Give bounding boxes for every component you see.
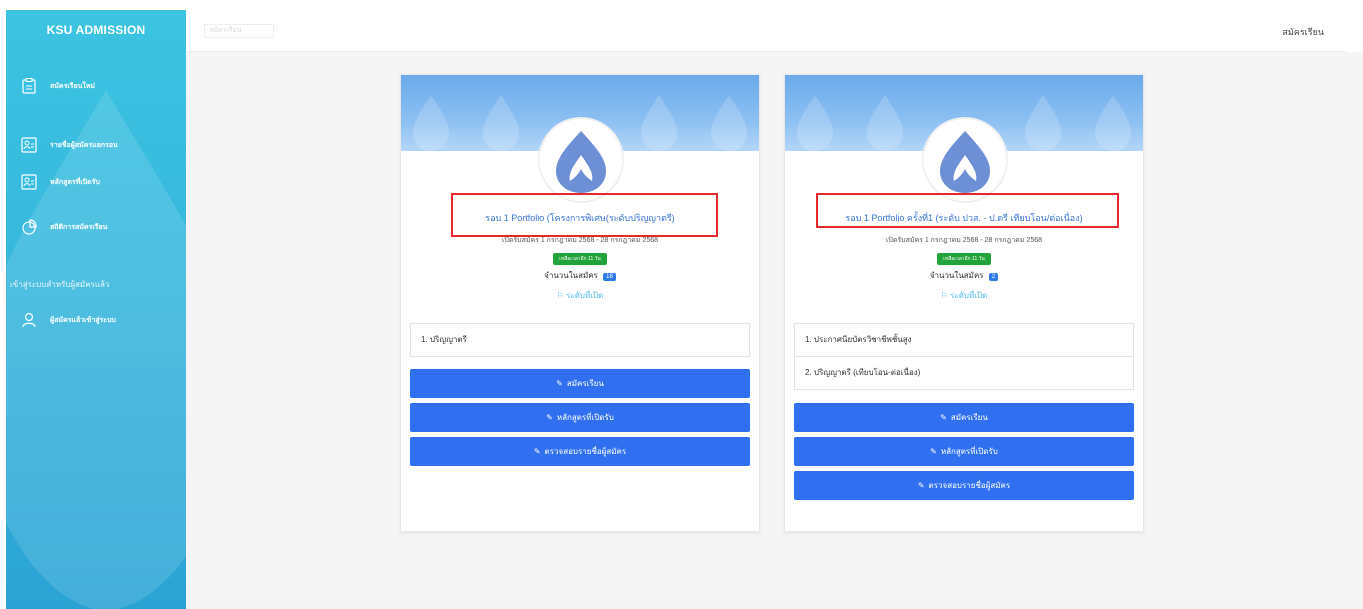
megaphone-icon: ✎ [546, 413, 553, 422]
courses-button[interactable]: ✎ หลักสูตรที่เปิดรับ [410, 403, 750, 432]
check-applicants-button[interactable]: ✎ ตรวจสอบรายชื่อผู้สมัคร [410, 437, 750, 466]
levels-label: ระดับที่เปิด [950, 291, 988, 300]
time-remaining-badge: เหลือเวลาอีก 11 วัน [553, 253, 607, 265]
sidebar-item-login[interactable]: ผู้สมัครแล้วเข้าสู่ระบบ [20, 308, 116, 332]
admission-card-1: รอบ 1 Portfolio (โครงการพิเศษ(ระดับปริญญ… [400, 74, 760, 532]
megaphone-icon: ✎ [930, 447, 937, 456]
level-list: 1. ประกาศนียบัตรวิชาชีพชั้นสูง 2. ปริญญา… [794, 323, 1134, 390]
pie-chart-icon [20, 218, 38, 236]
apply-button[interactable]: ✎ สมัครเรียน [410, 369, 750, 398]
count-badge: 18 [603, 273, 616, 281]
sidebar-item-statistics[interactable]: สถิติการสมัครเรียน [20, 215, 107, 239]
button-label: สมัครเรียน [566, 379, 604, 388]
button-label: สมัครเรียน [950, 413, 988, 422]
sidebar-item-label: รายชื่อผู้สมัครแยกรอบ [50, 141, 118, 149]
count-badge: 2 [988, 273, 999, 281]
open-levels-heading: ⚐ ระดับที่เปิด [785, 289, 1143, 302]
check-applicants-button[interactable]: ✎ ตรวจสอบรายชื่อผู้สมัคร [794, 471, 1134, 500]
sidebar-item-label: หลักสูตรที่เปิดรับ [50, 178, 100, 186]
apply-button[interactable]: ✎ สมัครเรียน [794, 403, 1134, 432]
button-label: ตรวจสอบรายชื่อผู้สมัคร [928, 481, 1011, 490]
list-item: 1. ปริญญาตรี [410, 323, 750, 357]
level-list: 1. ปริญญาตรี [410, 323, 750, 357]
count-label: จำนวนในสมัคร [929, 271, 984, 280]
badge-wrap: เหลือเวลาอีก 11 วัน [401, 247, 759, 265]
top-header: สมัครเรียน สมัครเรียน [186, 10, 1346, 52]
clipboard-icon [20, 77, 38, 95]
megaphone-icon: ✎ [940, 413, 947, 422]
list-item: 2. ปริญญาตรี (เทียบโอน-ต่อเนื่อง) [794, 356, 1134, 390]
levels-icon: ⚐ [556, 291, 567, 300]
list-item: 1. ประกาศนียบัตรวิชาชีพชั้นสูง [794, 323, 1134, 357]
application-period: เปิดรับสมัคร 1 กรกฎาคม 2568 - 28 กรกฎาคม… [885, 237, 1042, 244]
megaphone-icon: ✎ [556, 379, 563, 388]
megaphone-icon: ✎ [533, 447, 541, 456]
levels-icon: ⚐ [940, 291, 951, 300]
button-label: หลักสูตรที่เปิดรับ [940, 447, 998, 456]
count-label: จำนวนในสมัคร [544, 271, 598, 280]
badge-wrap: เหลือเวลาอีก 11 วัน [785, 247, 1143, 265]
admission-card-2: รอบ 1 Portfolio ครั้งที่1 (ระดับ ปวส. - … [784, 74, 1144, 532]
open-levels-heading: ⚐ ระดับที่เปิด [401, 289, 759, 302]
app-title: KSU ADMISSION [46, 23, 146, 37]
button-label: หลักสูตรที่เปิดรับ [556, 413, 614, 422]
highlight-box-card-1-title [451, 193, 718, 237]
university-logo-icon [922, 117, 1008, 203]
user-list-icon [20, 136, 38, 154]
course-icon [20, 173, 38, 191]
sidebar-item-label: สมัครเรียนใหม่ [50, 82, 96, 90]
applicant-count: จำนวนในสมัคร 18 [401, 269, 759, 282]
sidebar-item-label: ผู้สมัครแล้วเข้าสู่ระบบ [50, 316, 116, 324]
breadcrumb: สมัครเรียน [204, 24, 274, 38]
sidebar-item-label: สถิติการสมัครเรียน [50, 223, 108, 231]
levels-label: ระดับที่เปิด [566, 291, 604, 300]
time-remaining-badge: เหลือเวลาอีก 11 วัน [937, 253, 991, 265]
courses-button[interactable]: ✎ หลักสูตรที่เปิดรับ [794, 437, 1134, 466]
user-icon [20, 311, 38, 329]
sidebar-section-label: เข้าสู่ระบบสำหรับผู้สมัครแล้ว [10, 280, 110, 289]
sidebar: KSU ADMISSION สมัครเรียนใหม่ รายชื่อผู้ส… [6, 10, 186, 609]
applicant-count: จำนวนในสมัคร 2 [785, 269, 1143, 282]
sidebar-item-applicant-list[interactable]: รายชื่อผู้สมัครแยกรอบ [20, 133, 117, 157]
sidebar-item-new-application[interactable]: สมัครเรียนใหม่ [20, 74, 95, 98]
sidebar-item-courses[interactable]: หลักสูตรที่เปิดรับ [20, 170, 100, 194]
sidebar-watermark-icon [6, 90, 186, 609]
apply-link[interactable]: สมัครเรียน [1282, 25, 1324, 39]
button-label: ตรวจสอบรายชื่อผู้สมัคร [544, 447, 627, 456]
university-logo-icon [538, 117, 624, 203]
main-content: รอบ 1 Portfolio (โครงการพิเศษ(ระดับปริญญ… [186, 52, 1363, 609]
megaphone-icon: ✎ [917, 481, 925, 490]
highlight-box-card-2-title [816, 193, 1119, 228]
